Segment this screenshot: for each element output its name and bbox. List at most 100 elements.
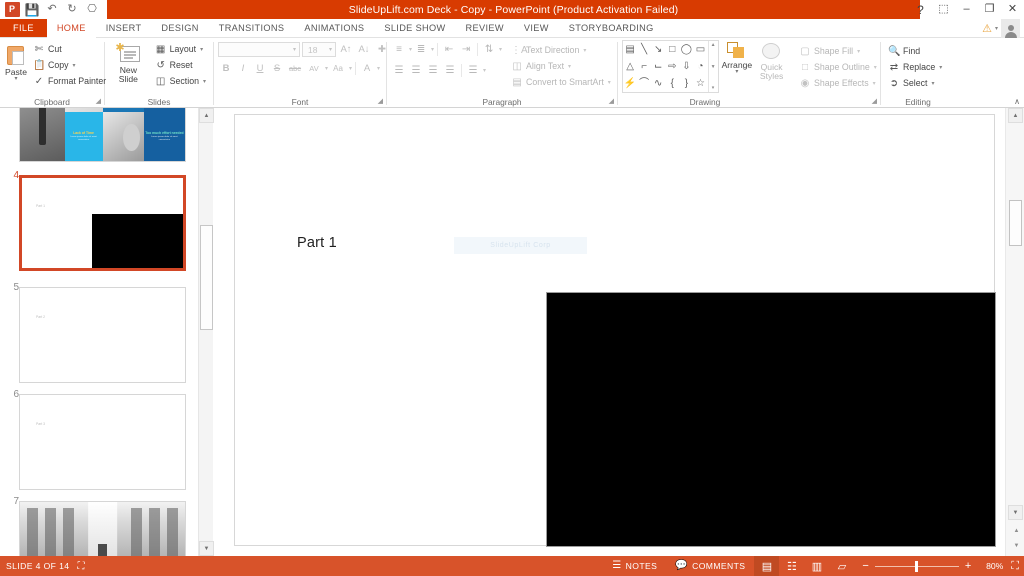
previous-slide-icon[interactable]: ▲ [1011,526,1022,535]
shape-textbox-icon[interactable]: ▤ [625,45,634,55]
start-from-beginning-icon[interactable]: ⎔ [82,1,102,19]
chevron-down-icon[interactable]: ▾ [568,63,571,70]
change-case-button[interactable]: Aa [329,61,347,76]
shape-oval-icon[interactable]: ◯ [681,45,692,55]
chevron-down-icon[interactable]: ▾ [857,48,860,55]
chevron-down-icon[interactable]: ▾ [325,65,328,72]
zoom-handle[interactable] [915,561,918,572]
align-center-icon[interactable]: ☰ [408,63,424,78]
increase-font-size-icon[interactable]: A↑ [338,42,354,57]
line-spacing-icon[interactable]: ⇅ [481,42,497,57]
paste-button[interactable]: Paste ▾ [4,41,28,82]
tab-design[interactable]: DESIGN [151,19,208,37]
chevron-down-icon[interactable]: ▾ [431,46,434,53]
chevron-down-icon[interactable]: ▾ [73,62,76,69]
chevron-down-icon[interactable]: ▾ [995,25,998,32]
notes-button[interactable]: ☰ NOTES [603,556,666,576]
shape-elbow-connector-icon[interactable]: ⌐ [641,62,647,72]
reset-button[interactable]: ↺ Reset [152,57,209,73]
cut-button[interactable]: ✄ Cut [30,41,109,57]
slide-indicator[interactable]: SLIDE 4 OF 14 [6,561,69,571]
shape-fill-button[interactable]: ▢ Shape Fill ▾ [796,43,880,59]
tab-file[interactable]: FILE [0,19,47,37]
format-painter-button[interactable]: ✓ Format Painter [30,73,109,89]
tab-slide-show[interactable]: SLIDE SHOW [374,19,455,37]
font-color-button[interactable]: A [359,61,375,76]
comments-button[interactable]: 💬 COMMENTS [666,556,754,576]
shapes-gallery-scrollbar[interactable]: ▲ ▼ ▾ [708,41,718,92]
thumbnail-slide-7[interactable] [19,501,186,556]
shape-pie-icon[interactable]: ◔ [697,62,703,72]
scroll-up-icon[interactable]: ▲ [1008,108,1023,123]
close-icon[interactable]: ✕ [1001,0,1024,19]
tab-storyboarding[interactable]: STORYBOARDING [559,19,664,37]
align-left-icon[interactable]: ☰ [391,63,407,78]
next-slide-icon[interactable]: ▼ [1011,541,1022,550]
shape-right-brace-icon[interactable]: } [685,79,688,89]
slide-sorter-view-button[interactable]: ☷ [779,556,804,576]
shapes-gallery[interactable]: ▤ ╲ ↘ □ ◯ ▭ △ ⌐ ⌙ ⇨ ⇩ ◔ ⚡ ⌒ ∿ [622,40,719,93]
shape-triangle-icon[interactable]: △ [626,62,634,72]
thumbnail-slide-6[interactable]: Part 3 [19,394,186,490]
restore-icon[interactable]: ❐ [978,0,1001,19]
select-button[interactable]: ➲ Select ▾ [885,75,945,91]
chevron-down-icon[interactable]: ▾ [409,46,412,53]
quick-styles-button[interactable]: Quick Styles [755,40,788,81]
text-shadow-button[interactable]: S [269,61,285,76]
scroll-down-icon[interactable]: ▼ [199,541,214,556]
convert-to-smartart-button[interactable]: ▤ Convert to SmartArt ▾ [508,74,614,90]
tab-animations[interactable]: ANIMATIONS [294,19,374,37]
chevron-down-icon[interactable]: ▾ [377,65,380,72]
justify-icon[interactable]: ☰ [442,63,458,78]
minimize-icon[interactable]: – [955,0,978,19]
numbering-icon[interactable]: ≣ [413,42,429,57]
scroll-down-icon[interactable]: ▼ [1008,505,1023,520]
collapse-ribbon-icon[interactable]: ∧ [1014,97,1020,106]
shape-star-icon[interactable]: ☆ [696,79,705,89]
normal-view-button[interactable]: ▤ [754,556,779,576]
undo-icon[interactable]: ↶ [42,1,62,19]
align-right-icon[interactable]: ☰ [425,63,441,78]
slide-thumbnail-panel[interactable]: 3 Open Lorem ipsum dolor sit amet consec… [0,108,198,556]
chevron-down-icon[interactable]: ▾ [873,80,876,87]
scrollbar-thumb[interactable] [1009,200,1022,246]
replace-button[interactable]: ⇄ Replace ▾ [885,59,945,75]
scroll-up-icon[interactable]: ▲ [199,108,214,123]
italic-button[interactable]: I [235,61,251,76]
shape-freeform-icon[interactable]: ⚡ [624,79,636,89]
chevron-down-icon[interactable]: ▾ [874,64,877,71]
chevron-down-icon[interactable]: ▾ [735,70,738,75]
find-button[interactable]: 🔍 Find [885,43,945,59]
font-name-input[interactable]: ▾ [218,42,300,57]
shape-arc-icon[interactable]: ⌒ [639,79,649,89]
tab-home[interactable]: HOME [47,19,96,37]
chevron-down-icon[interactable]: ▾ [931,80,934,87]
copy-button[interactable]: 📋 Copy ▾ [30,57,109,73]
shape-line-icon[interactable]: ╲ [641,45,647,55]
shape-outline-button[interactable]: □ Shape Outline ▾ [796,59,880,75]
chevron-down-icon[interactable]: ▾ [483,67,486,74]
zoom-in-button[interactable]: + [965,561,971,572]
font-dialog-launcher-icon[interactable]: ◢ [378,96,383,108]
fit-slide-to-window-icon[interactable]: ⛶ [1003,560,1019,573]
thumbnail-slide-3[interactable]: Open Lorem ipsum dolor sit amet consecte… [19,108,186,162]
tab-transitions[interactable]: TRANSITIONS [209,19,295,37]
avatar[interactable] [1001,19,1020,38]
tab-view[interactable]: VIEW [514,19,559,37]
zoom-slider[interactable]: − + [854,561,979,572]
ribbon-display-options-icon[interactable]: ⬚ [932,0,955,19]
video-placeholder-object[interactable] [546,292,996,547]
shape-right-arrow-icon[interactable]: ⇨ [668,62,676,72]
slide-show-view-button[interactable]: ▱ [829,556,854,576]
shape-rectangle-icon[interactable]: □ [669,45,675,55]
scrollbar-thumb[interactable] [200,225,213,330]
reading-view-button[interactable]: ▥ [804,556,829,576]
shape-arrow-icon[interactable]: ↘ [654,45,662,55]
zoom-level-label[interactable]: 80% [979,561,1003,571]
faded-placeholder-box[interactable]: SlideUpLift Corp [454,237,587,254]
font-size-input[interactable]: 18 ▾ [302,42,336,57]
decrease-indent-icon[interactable]: ⇤ [441,42,457,57]
character-spacing-button[interactable]: AV [305,61,323,76]
new-slide-button[interactable]: ✱ New Slide [109,41,148,84]
zoom-out-button[interactable]: − [862,561,868,572]
